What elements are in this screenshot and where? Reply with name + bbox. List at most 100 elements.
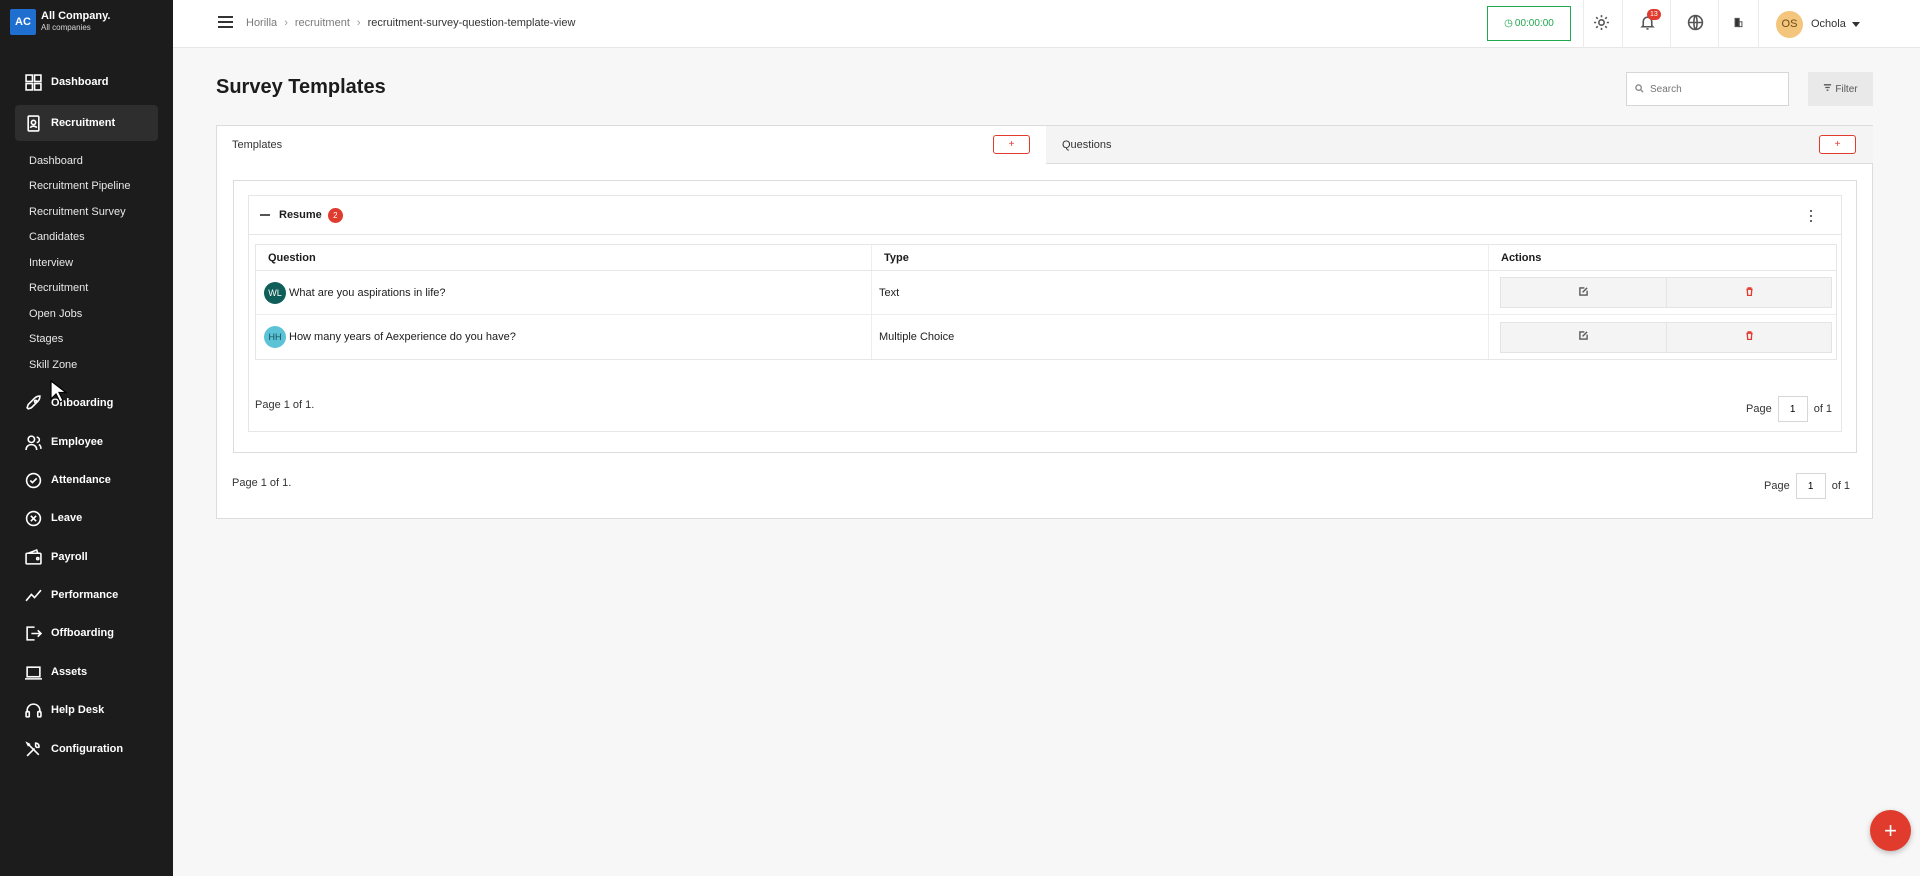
tools-icon — [25, 740, 42, 758]
sidebar-item-label: Configuration — [51, 743, 124, 755]
language-button[interactable] — [1683, 12, 1707, 36]
building-icon — [1733, 17, 1744, 31]
floating-add-button[interactable]: + — [1870, 810, 1911, 851]
sidebar-subitem-interview[interactable]: Interview — [29, 257, 73, 269]
edit-icon — [1579, 286, 1588, 299]
question-count-badge: 2 — [327, 207, 343, 223]
tab-templates-label: Templates — [232, 139, 283, 151]
type-cell: Text — [872, 271, 1489, 314]
outer-page-info: Page 1 of 1. — [232, 477, 292, 489]
actions-cell — [1489, 315, 1836, 359]
delete-button[interactable] — [1666, 278, 1831, 307]
caret-down-icon — [1851, 21, 1860, 27]
clock-in-button[interactable]: ◷ 00:00:00 — [1487, 6, 1571, 41]
sidebar-item-assets[interactable]: Assets — [15, 654, 158, 690]
collapse-icon[interactable] — [260, 214, 270, 216]
x-circle-icon — [25, 510, 42, 527]
sidebar-subitem-candidates[interactable]: Candidates — [29, 231, 85, 243]
sidebar-item-employee[interactable]: Employee — [15, 424, 158, 460]
actions-cell — [1489, 271, 1836, 314]
company-switcher[interactable]: AC All Company. All companies — [0, 0, 173, 44]
question-text: How many years of Aexperience do you hav… — [289, 331, 516, 343]
tab-questions[interactable]: Questions — [1046, 126, 1873, 164]
tab-bar: Templates Questions + + — [217, 126, 1873, 164]
more-options-icon[interactable] — [1806, 209, 1816, 223]
top-header: Horilla › recruitment › recruitment-surv… — [173, 0, 1920, 48]
sidebar-item-performance[interactable]: Performance — [15, 577, 158, 613]
sidebar-item-help-desk[interactable]: Help Desk — [15, 692, 158, 728]
question-cell: WL What are you aspirations in life? — [256, 271, 872, 314]
question-cell: HH How many years of Aexperience do you … — [256, 315, 872, 359]
tab-templates[interactable]: Templates — [217, 126, 1046, 164]
page-number-input[interactable] — [1777, 396, 1808, 422]
outer-pager: Page of 1 — [1764, 473, 1850, 499]
sidebar-subitem-recruitment[interactable]: Recruitment — [29, 282, 88, 294]
sidebar-item-attendance[interactable]: Attendance — [15, 462, 158, 498]
edit-button[interactable] — [1501, 322, 1666, 352]
trash-icon — [1745, 331, 1754, 343]
sidebar: AC All Company. All companies Dashboard … — [0, 0, 173, 876]
sidebar-item-onboarding[interactable]: Onboarding — [15, 385, 158, 421]
filter-label: Filter — [1835, 83, 1858, 95]
breadcrumb-item-home[interactable]: Horilla — [246, 17, 277, 29]
inner-pager: Page of 1 — [1746, 396, 1832, 422]
sidebar-subitem-stages[interactable]: Stages — [29, 333, 63, 345]
sidebar-item-recruitment[interactable]: Recruitment — [15, 105, 158, 141]
search-icon — [1635, 82, 1644, 96]
breadcrumb: Horilla › recruitment › recruitment-surv… — [246, 17, 575, 29]
sidebar-item-configuration[interactable]: Configuration — [15, 731, 158, 767]
user-name: Ochola — [1811, 18, 1846, 30]
mouse-cursor-icon — [50, 380, 68, 403]
dashboard-icon — [25, 73, 42, 91]
laptop-icon — [25, 664, 42, 681]
breadcrumb-item-recruitment[interactable]: recruitment — [295, 17, 350, 29]
notifications-button[interactable]: 13 — [1635, 9, 1661, 36]
sidebar-item-leave[interactable]: Leave — [15, 500, 158, 536]
sidebar-item-label: Recruitment — [51, 117, 116, 129]
settings-button[interactable] — [1589, 12, 1613, 36]
page-title: Survey Templates — [216, 76, 386, 98]
sidebar-item-label: Help Desk — [51, 704, 105, 716]
sidebar-item-label: Employee — [51, 436, 103, 448]
sidebar-item-dashboard[interactable]: Dashboard — [15, 64, 158, 100]
user-menu[interactable]: OS Ochola — [1776, 10, 1860, 38]
wallet-icon — [25, 548, 42, 566]
table-row[interactable]: WL What are you aspirations in life? Tex… — [256, 271, 1836, 315]
users-icon — [25, 434, 42, 451]
sidebar-subitem-open-jobs[interactable]: Open Jobs — [29, 308, 82, 320]
timer-value: 00:00:00 — [1514, 18, 1554, 29]
edit-button[interactable] — [1501, 278, 1666, 307]
company-building-button[interactable] — [1726, 12, 1750, 36]
sidebar-item-payroll[interactable]: Payroll — [15, 539, 158, 575]
company-name: All Company. — [41, 10, 111, 22]
tab-questions-label: Questions — [1062, 138, 1112, 151]
filter-icon — [1823, 83, 1835, 95]
globe-icon — [1687, 14, 1704, 34]
type-cell: Multiple Choice — [872, 315, 1489, 359]
clock-icon: ◷ — [1504, 18, 1513, 29]
trash-icon — [1745, 286, 1754, 299]
rocket-icon — [25, 394, 42, 412]
delete-button[interactable] — [1666, 322, 1831, 352]
add-question-button[interactable]: + — [1819, 135, 1856, 154]
sidebar-subitem-skill-zone[interactable]: Skill Zone — [29, 359, 77, 371]
trend-icon — [25, 587, 42, 604]
sidebar-item-label: Leave — [51, 512, 83, 524]
chevron-right-icon: › — [284, 17, 288, 29]
page-number-input[interactable] — [1795, 473, 1826, 499]
search-input[interactable] — [1650, 83, 1780, 95]
logout-icon — [25, 625, 42, 642]
sidebar-item-label: Performance — [51, 589, 119, 601]
sidebar-subitem-dashboard[interactable]: Dashboard — [29, 155, 83, 167]
sidebar-item-label: Offboarding — [51, 627, 114, 639]
sidebar-item-label: Attendance — [51, 474, 111, 486]
survey-templates-panel: Templates Questions + + Resume 2 Questio… — [216, 125, 1873, 519]
sidebar-item-offboarding[interactable]: Offboarding — [15, 615, 158, 651]
sidebar-subitem-recruitment-survey[interactable]: Recruitment Survey — [29, 206, 126, 218]
menu-icon[interactable] — [218, 16, 233, 28]
sidebar-subitem-recruitment-pipeline[interactable]: Recruitment Pipeline — [29, 180, 131, 192]
filter-button[interactable]: Filter — [1808, 72, 1873, 106]
gear-icon — [1593, 14, 1610, 34]
add-template-button[interactable]: + — [993, 135, 1030, 154]
table-row[interactable]: HH How many years of Aexperience do you … — [256, 315, 1836, 359]
